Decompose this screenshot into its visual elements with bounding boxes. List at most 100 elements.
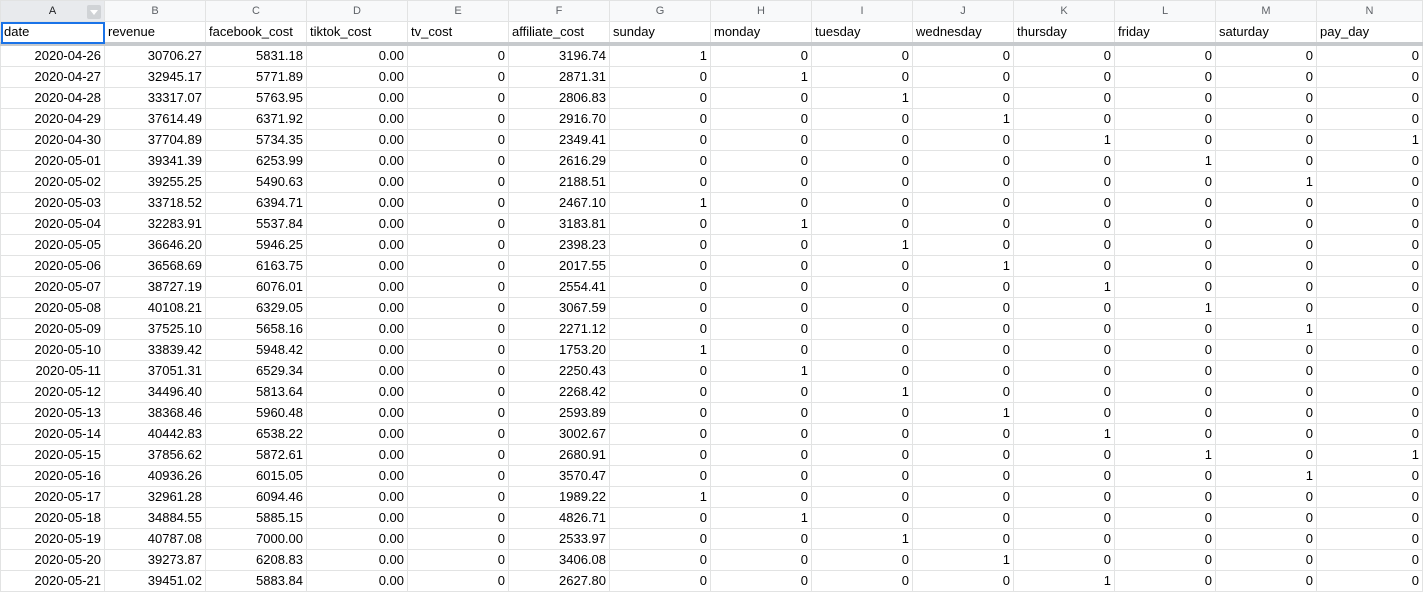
cell-revenue[interactable]: 32961.28 <box>104 486 206 508</box>
cell-tv-cost[interactable]: 0 <box>407 43 509 67</box>
cell-facebook-cost[interactable]: 5537.84 <box>205 213 307 235</box>
cell-facebook-cost[interactable]: 5872.61 <box>205 444 307 466</box>
cell-saturday[interactable]: 0 <box>1215 87 1317 109</box>
cell-facebook-cost[interactable]: 6015.05 <box>205 465 307 487</box>
cell-saturday[interactable]: 0 <box>1215 549 1317 571</box>
cell-revenue[interactable]: 38727.19 <box>104 276 206 298</box>
cell-facebook-cost[interactable]: 5960.48 <box>205 402 307 424</box>
cell-sunday[interactable]: 0 <box>609 297 711 319</box>
cell-tuesday[interactable]: 0 <box>811 108 913 130</box>
cell-affiliate-cost[interactable]: 2250.43 <box>508 360 610 382</box>
header-cell-tv-cost[interactable]: tv_cost <box>407 21 509 46</box>
cell-monday[interactable]: 1 <box>710 507 812 529</box>
cell-friday[interactable]: 0 <box>1114 129 1216 151</box>
cell-friday[interactable]: 0 <box>1114 402 1216 424</box>
cell-tiktok-cost[interactable]: 0.00 <box>306 465 408 487</box>
cell-saturday[interactable]: 0 <box>1215 213 1317 235</box>
cell-friday[interactable]: 0 <box>1114 528 1216 550</box>
cell-wednesday[interactable]: 0 <box>912 66 1014 88</box>
cell-facebook-cost[interactable]: 6538.22 <box>205 423 307 445</box>
cell-revenue[interactable]: 37525.10 <box>104 318 206 340</box>
cell-affiliate-cost[interactable]: 4826.71 <box>508 507 610 529</box>
cell-tiktok-cost[interactable]: 0.00 <box>306 507 408 529</box>
cell-pay-day[interactable]: 0 <box>1316 549 1423 571</box>
cell-facebook-cost[interactable]: 5813.64 <box>205 381 307 403</box>
cell-affiliate-cost[interactable]: 1989.22 <box>508 486 610 508</box>
cell-sunday[interactable]: 0 <box>609 381 711 403</box>
cell-date[interactable]: 2020-04-27 <box>0 66 105 88</box>
cell-sunday[interactable]: 0 <box>609 360 711 382</box>
cell-revenue[interactable]: 40108.21 <box>104 297 206 319</box>
cell-monday[interactable]: 0 <box>710 43 812 67</box>
cell-saturday[interactable]: 0 <box>1215 297 1317 319</box>
cell-affiliate-cost[interactable]: 2627.80 <box>508 570 610 592</box>
cell-affiliate-cost[interactable]: 2871.31 <box>508 66 610 88</box>
cell-tiktok-cost[interactable]: 0.00 <box>306 129 408 151</box>
cell-revenue[interactable]: 32283.91 <box>104 213 206 235</box>
cell-tiktok-cost[interactable]: 0.00 <box>306 43 408 67</box>
cell-tv-cost[interactable]: 0 <box>407 297 509 319</box>
cell-date[interactable]: 2020-04-30 <box>0 129 105 151</box>
cell-thursday[interactable]: 1 <box>1013 129 1115 151</box>
cell-tuesday[interactable]: 0 <box>811 192 913 214</box>
cell-date[interactable]: 2020-05-18 <box>0 507 105 529</box>
cell-thursday[interactable]: 0 <box>1013 87 1115 109</box>
cell-sunday[interactable]: 0 <box>609 108 711 130</box>
cell-sunday[interactable]: 0 <box>609 234 711 256</box>
column-header-m[interactable]: M <box>1215 0 1317 22</box>
cell-saturday[interactable]: 0 <box>1215 192 1317 214</box>
cell-tiktok-cost[interactable]: 0.00 <box>306 150 408 172</box>
cell-revenue[interactable]: 40936.26 <box>104 465 206 487</box>
cell-date[interactable]: 2020-05-17 <box>0 486 105 508</box>
cell-tv-cost[interactable]: 0 <box>407 255 509 277</box>
cell-tuesday[interactable]: 0 <box>811 318 913 340</box>
cell-thursday[interactable]: 0 <box>1013 507 1115 529</box>
cell-wednesday[interactable]: 1 <box>912 402 1014 424</box>
cell-tv-cost[interactable]: 0 <box>407 318 509 340</box>
cell-facebook-cost[interactable]: 5734.35 <box>205 129 307 151</box>
cell-pay-day[interactable]: 0 <box>1316 381 1423 403</box>
cell-tuesday[interactable]: 0 <box>811 276 913 298</box>
cell-sunday[interactable]: 0 <box>609 150 711 172</box>
cell-sunday[interactable]: 1 <box>609 339 711 361</box>
cell-facebook-cost[interactable]: 5771.89 <box>205 66 307 88</box>
cell-sunday[interactable]: 0 <box>609 129 711 151</box>
cell-sunday[interactable]: 0 <box>609 465 711 487</box>
cell-saturday[interactable]: 0 <box>1215 43 1317 67</box>
cell-revenue[interactable]: 33718.52 <box>104 192 206 214</box>
cell-date[interactable]: 2020-05-03 <box>0 192 105 214</box>
cell-saturday[interactable]: 0 <box>1215 360 1317 382</box>
cell-thursday[interactable]: 0 <box>1013 339 1115 361</box>
cell-wednesday[interactable]: 0 <box>912 234 1014 256</box>
cell-date[interactable]: 2020-05-08 <box>0 297 105 319</box>
cell-tiktok-cost[interactable]: 0.00 <box>306 486 408 508</box>
cell-date[interactable]: 2020-05-13 <box>0 402 105 424</box>
cell-revenue[interactable]: 36646.20 <box>104 234 206 256</box>
column-header-e[interactable]: E <box>407 0 509 22</box>
column-menu-dropdown-icon[interactable] <box>87 5 101 19</box>
cell-wednesday[interactable]: 0 <box>912 297 1014 319</box>
cell-friday[interactable]: 0 <box>1114 276 1216 298</box>
cell-tiktok-cost[interactable]: 0.00 <box>306 360 408 382</box>
cell-revenue[interactable]: 37614.49 <box>104 108 206 130</box>
column-header-i[interactable]: I <box>811 0 913 22</box>
cell-tv-cost[interactable]: 0 <box>407 402 509 424</box>
cell-saturday[interactable]: 1 <box>1215 318 1317 340</box>
column-header-d[interactable]: D <box>306 0 408 22</box>
cell-revenue[interactable]: 37704.89 <box>104 129 206 151</box>
cell-tv-cost[interactable]: 0 <box>407 339 509 361</box>
cell-wednesday[interactable]: 1 <box>912 108 1014 130</box>
cell-date[interactable]: 2020-05-01 <box>0 150 105 172</box>
cell-wednesday[interactable]: 0 <box>912 381 1014 403</box>
cell-facebook-cost[interactable]: 5763.95 <box>205 87 307 109</box>
column-header-j[interactable]: J <box>912 0 1014 22</box>
cell-revenue[interactable]: 39273.87 <box>104 549 206 571</box>
cell-wednesday[interactable]: 0 <box>912 528 1014 550</box>
cell-date[interactable]: 2020-05-14 <box>0 423 105 445</box>
cell-tuesday[interactable]: 1 <box>811 528 913 550</box>
cell-thursday[interactable]: 0 <box>1013 213 1115 235</box>
cell-tiktok-cost[interactable]: 0.00 <box>306 213 408 235</box>
cell-affiliate-cost[interactable]: 3406.08 <box>508 549 610 571</box>
cell-tv-cost[interactable]: 0 <box>407 528 509 550</box>
cell-facebook-cost[interactable]: 5946.25 <box>205 234 307 256</box>
